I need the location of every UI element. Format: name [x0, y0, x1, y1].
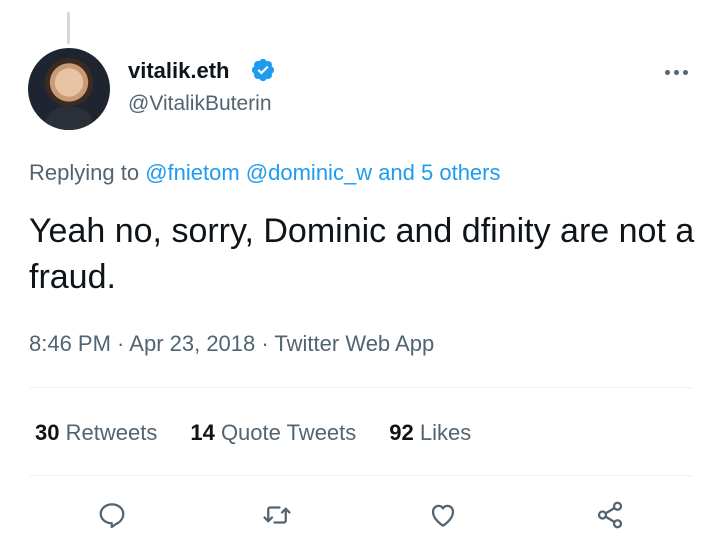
thread-connector-line	[67, 12, 70, 44]
replying-prefix: Replying to	[29, 160, 146, 185]
retweets-count: 30	[35, 420, 60, 445]
quote-tweets-label: Quote Tweets	[220, 420, 357, 445]
share-icon	[597, 501, 623, 529]
retweet-button[interactable]	[259, 497, 295, 533]
tweet-stats: 30 Retweets 14 Quote Tweets 92 Likes	[35, 420, 471, 446]
verified-badge-icon	[251, 58, 275, 82]
quote-tweets-count: 14	[190, 420, 215, 445]
meta-separator: ·	[255, 331, 275, 356]
reply-others-link[interactable]: and 5 others	[378, 160, 500, 185]
retweets-stat[interactable]: 30 Retweets	[35, 420, 157, 446]
divider	[29, 475, 693, 476]
like-icon	[431, 504, 455, 527]
quote-tweets-stat[interactable]: 14 Quote Tweets	[190, 420, 356, 446]
tweet-time[interactable]: 8:46 PM	[29, 331, 111, 356]
more-dot	[673, 69, 679, 75]
tweet-date[interactable]: Apr 23, 2018	[129, 331, 255, 356]
retweet-icon	[263, 506, 291, 524]
retweets-label: Retweets	[65, 420, 158, 445]
tweet-meta: 8:46 PM · Apr 23, 2018 · Twitter Web App	[29, 331, 434, 357]
tweet-text: Yeah no, sorry, Dominic and dfinity are …	[29, 212, 695, 296]
reply-user-link-1[interactable]: @fnietom	[145, 160, 239, 185]
more-horizontal-icon[interactable]	[660, 62, 692, 82]
divider	[29, 387, 693, 388]
author-handle[interactable]: @VitalikButerin	[128, 92, 272, 116]
more-dot	[664, 69, 670, 75]
likes-label: Likes	[419, 420, 472, 445]
likes-stat[interactable]: 92 Likes	[389, 420, 471, 446]
avatar[interactable]	[28, 48, 110, 130]
reply-button[interactable]	[94, 497, 130, 533]
meta-separator: ·	[110, 331, 130, 356]
more-dot	[682, 69, 688, 75]
share-button[interactable]	[592, 497, 628, 533]
likes-count: 92	[389, 420, 414, 445]
reply-icon	[99, 503, 125, 529]
replying-to-line: Replying to @fnietom @dominic_w and 5 ot…	[29, 160, 501, 186]
like-button[interactable]	[425, 497, 461, 533]
author-display-name[interactable]: vitalik.eth	[128, 58, 229, 84]
tweet-source[interactable]: Twitter Web App	[274, 331, 434, 356]
reply-user-link-2[interactable]: @dominic_w	[246, 160, 372, 185]
